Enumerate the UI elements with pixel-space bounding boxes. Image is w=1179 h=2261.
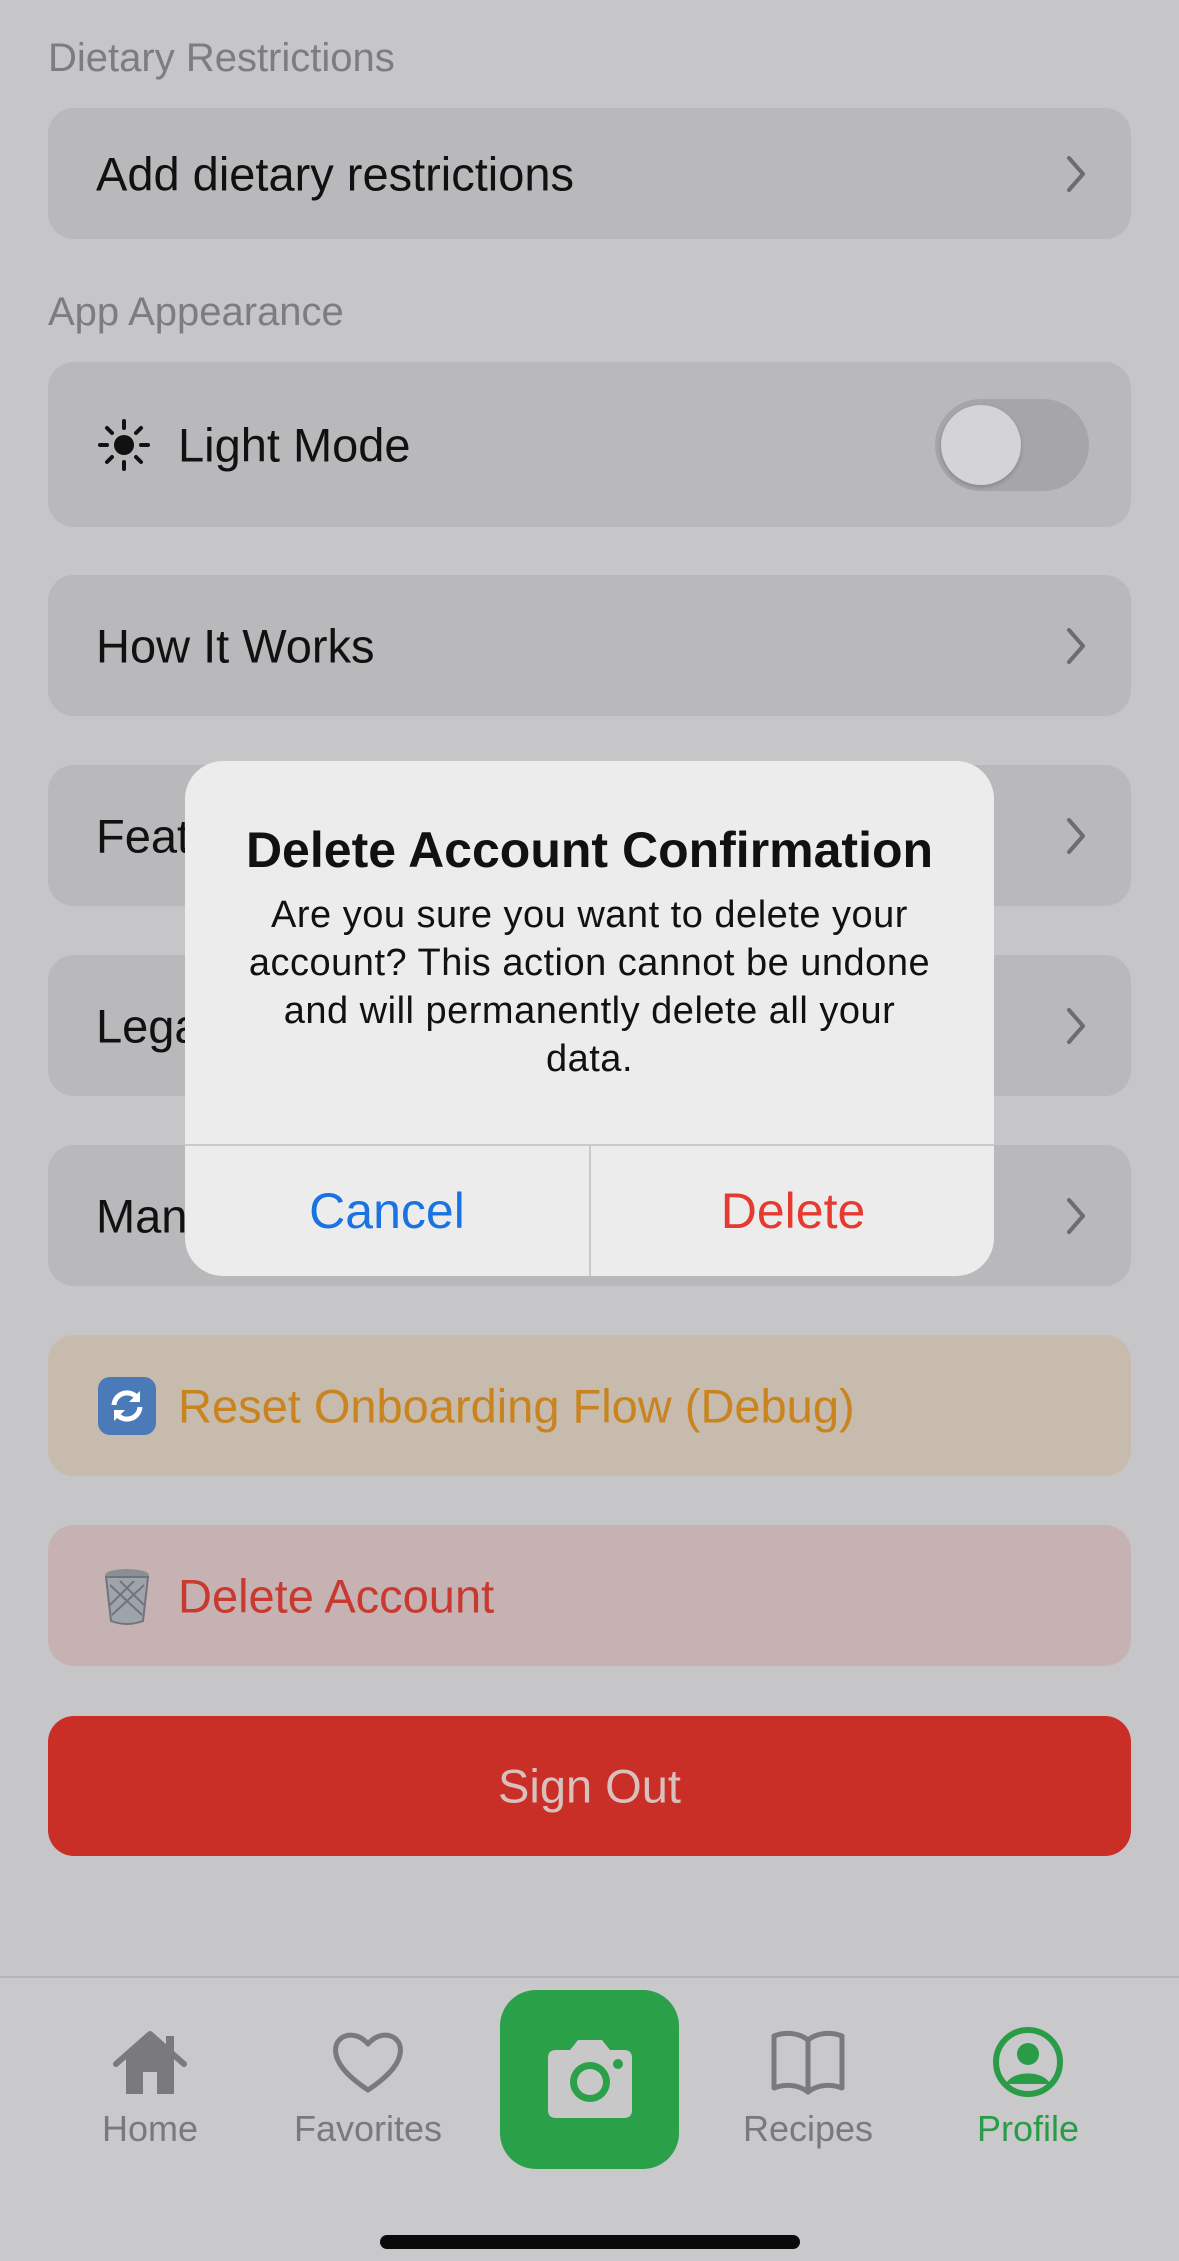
light-mode-label: Light Mode [178, 418, 411, 471]
dialog-message: Are you sure you want to delete your acc… [248, 894, 931, 1080]
tab-recipes[interactable]: Recipes [718, 2026, 898, 2150]
chevron-right-icon [1067, 1007, 1085, 1044]
dietary-row-label: Add dietary restrictions [96, 147, 575, 200]
manage-row-label: Man [96, 1189, 188, 1242]
tab-profile-label: Profile [976, 2108, 1080, 2149]
refresh-icon [98, 1376, 156, 1435]
delete-button[interactable]: Delete [591, 1146, 994, 1276]
sign-out-button[interactable]: Sign Out [48, 1716, 1131, 1856]
chevron-right-icon [1067, 627, 1085, 664]
dialog-title: Delete Account Confirmation [245, 822, 934, 878]
feature-row-label: Feat [96, 809, 191, 862]
camera-button[interactable] [500, 1990, 679, 2169]
home-indicator [380, 2235, 800, 2249]
tab-bar: Home Favorites Recipes Profile [0, 1976, 1179, 2261]
delete-account-label: Delete Account [178, 1569, 495, 1622]
chevron-right-icon [1067, 1197, 1085, 1234]
chevron-right-icon [1067, 155, 1085, 192]
dietary-restrictions-row[interactable]: Add dietary restrictions [48, 108, 1131, 239]
book-icon [771, 2030, 845, 2095]
reset-onboarding-row[interactable]: Reset Onboarding Flow (Debug) [48, 1335, 1131, 1476]
toggle-knob [941, 404, 1021, 485]
sun-icon [98, 418, 150, 471]
house-icon [113, 2031, 187, 2094]
tab-home[interactable]: Home [60, 2026, 240, 2150]
camera-icon [548, 2040, 632, 2118]
light-mode-toggle[interactable] [935, 398, 1089, 491]
tab-favorites[interactable]: Favorites [278, 2026, 458, 2150]
how-it-works-row[interactable]: How It Works [48, 575, 1131, 716]
delete-account-row[interactable]: Delete Account [48, 1525, 1131, 1666]
delete-account-dialog: Delete Account Confirmation Are you sure… [185, 761, 994, 1276]
dietary-section-label: Dietary Restrictions [48, 36, 395, 80]
trash-icon [104, 1568, 150, 1625]
tab-home-label: Home [101, 2108, 199, 2149]
how-it-works-label: How It Works [96, 619, 375, 672]
reset-onboarding-label: Reset Onboarding Flow (Debug) [178, 1379, 855, 1432]
light-mode-row: Light Mode [48, 362, 1131, 527]
heart-icon [333, 2032, 403, 2093]
appearance-section-label: App Appearance [48, 290, 344, 334]
tab-recipes-label: Recipes [742, 2108, 874, 2149]
cancel-button[interactable]: Cancel [185, 1146, 589, 1276]
person-circle-icon [993, 2027, 1063, 2097]
tab-favorites-label: Favorites [293, 2108, 443, 2149]
chevron-right-icon [1067, 817, 1085, 854]
sign-out-label: Sign Out [498, 1759, 681, 1813]
tab-profile[interactable]: Profile [938, 2026, 1118, 2150]
